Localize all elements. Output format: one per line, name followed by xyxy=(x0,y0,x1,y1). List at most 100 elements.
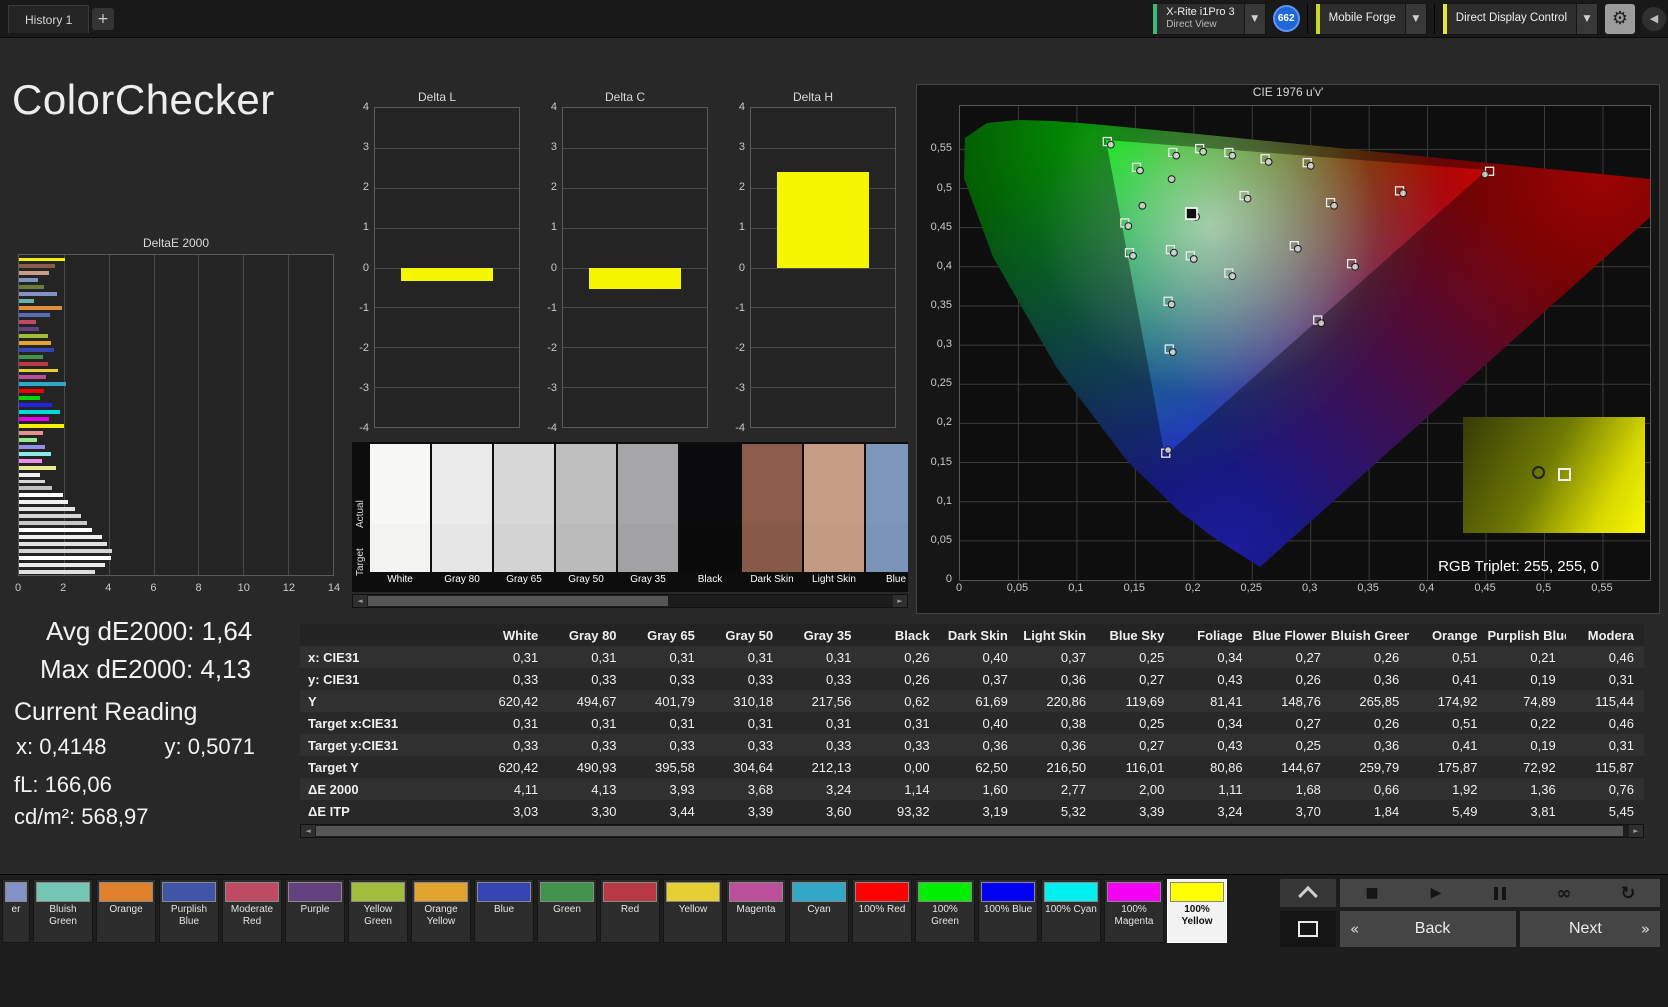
color-button-orange-yellow[interactable]: Orange Yellow xyxy=(411,879,471,943)
color-button-orange[interactable]: Orange xyxy=(96,879,156,943)
color-button-purple[interactable]: Purple xyxy=(285,879,345,943)
add-tab-button[interactable]: + xyxy=(92,8,114,30)
color-button-moderate-red[interactable]: Moderate Red xyxy=(222,879,282,943)
inset-measured-point xyxy=(1532,466,1545,479)
swatch-dark-skin: Dark Skin xyxy=(742,444,802,592)
de2000-bars xyxy=(19,255,333,575)
color-button-purplish-blue[interactable]: Purplish Blue xyxy=(159,879,219,943)
color-button-yellow-green[interactable]: Yellow Green xyxy=(348,879,408,943)
color-button-er[interactable]: er xyxy=(2,879,30,943)
table-cell: 0,25 xyxy=(1096,650,1174,665)
table-cell: 1,68 xyxy=(1253,782,1331,797)
table-cell: 0,43 xyxy=(1174,738,1252,753)
patch-color xyxy=(918,882,972,902)
table-cell: 1,36 xyxy=(1487,782,1565,797)
color-button-red[interactable]: Red xyxy=(600,879,660,943)
chevron-down-icon[interactable]: ▼ xyxy=(1244,4,1265,34)
cie-x-axis: 00,050,10,150,20,250,30,350,40,450,50,55 xyxy=(959,582,1649,598)
scroll-left-icon[interactable]: ◄ xyxy=(301,825,315,837)
de-bar xyxy=(19,473,40,477)
patch-label: Cyan xyxy=(790,903,848,917)
table-cell: 0,31 xyxy=(627,650,705,665)
pattern-window-button[interactable] xyxy=(1280,911,1336,947)
column-header: Modera xyxy=(1566,628,1644,643)
table-cell: 0,33 xyxy=(861,738,939,753)
table-cell: 3,60 xyxy=(783,804,861,819)
play-icon[interactable]: ▶ xyxy=(1404,879,1468,907)
meter-dropdown[interactable]: X-Rite i1Pro 3 Direct View ▼ xyxy=(1152,3,1265,35)
source-dropdown[interactable]: Mobile Forge ▼ xyxy=(1315,3,1427,35)
scrollbar-track[interactable] xyxy=(367,595,893,607)
tab-history-1[interactable]: History 1 xyxy=(8,5,89,33)
table-cell: 0,26 xyxy=(861,672,939,687)
table-row: Target x:CIE310,310,310,310,310,310,310,… xyxy=(300,712,1644,734)
meter-line1: X-Rite i1Pro 3 xyxy=(1166,6,1234,19)
color-button-100-blue[interactable]: 100% Blue xyxy=(978,879,1038,943)
patch-label: Magenta xyxy=(727,903,785,917)
table-scrollbar[interactable]: ◄ ► xyxy=(300,824,1644,838)
swatch-target-color xyxy=(432,524,492,572)
y-axis-labels: 43210-1-2-3-4 xyxy=(352,107,371,428)
patch-zoom-inset xyxy=(1463,417,1645,533)
table-cell: 0,46 xyxy=(1566,650,1644,665)
color-button-100-yellow[interactable]: 100% Yellow xyxy=(1167,879,1227,943)
scrollbar-thumb[interactable] xyxy=(368,596,668,606)
axis-tick-label: 0,05 xyxy=(931,534,952,546)
table-cell: 3,93 xyxy=(627,782,705,797)
patch-label: Green xyxy=(538,903,596,917)
workflow-dropdown[interactable]: Direct Display Control ▼ xyxy=(1442,3,1598,35)
table-cell: 0,26 xyxy=(1331,650,1409,665)
table-cell: 0,51 xyxy=(1409,716,1487,731)
de-bar xyxy=(19,549,112,553)
row-label: ΔE 2000 xyxy=(300,782,470,797)
scrollbar-track[interactable] xyxy=(315,825,1629,837)
swatch-target-color xyxy=(680,524,740,572)
color-button-100-red[interactable]: 100% Red xyxy=(852,879,912,943)
column-header: Blue Flower xyxy=(1253,628,1331,643)
stop-icon[interactable]: ■ xyxy=(1340,879,1404,907)
collapse-arrow-icon[interactable]: ◀ xyxy=(1642,7,1666,31)
refresh-icon[interactable]: ↻ xyxy=(1596,879,1660,907)
color-button-100-magenta[interactable]: 100% Magenta xyxy=(1104,879,1164,943)
loop-icon[interactable]: ∞ xyxy=(1532,879,1596,907)
color-button-green[interactable]: Green xyxy=(537,879,597,943)
back-button[interactable]: « Back xyxy=(1340,911,1516,947)
source-label: Mobile Forge xyxy=(1320,4,1405,34)
next-button[interactable]: Next » xyxy=(1520,911,1660,947)
axis-tick-label: 0,4 xyxy=(1419,582,1434,594)
table-cell: 0,31 xyxy=(470,716,548,731)
scroll-right-icon[interactable]: ► xyxy=(893,595,907,607)
axis-tick-label: 2 xyxy=(60,582,66,594)
cie-measured-point xyxy=(1190,256,1197,263)
axis-tick-label: 0,2 xyxy=(1185,582,1200,594)
row-label: Target x:CIE31 xyxy=(300,716,470,731)
swatch-scrollbar[interactable]: ◄ ► xyxy=(352,594,908,608)
gear-icon[interactable]: ⚙ xyxy=(1605,4,1635,34)
color-button-blue[interactable]: Blue xyxy=(474,879,534,943)
de-bar xyxy=(19,285,44,289)
table-cell: 0,36 xyxy=(1018,738,1096,753)
pause-icon[interactable] xyxy=(1468,879,1532,907)
table-cell: 0,31 xyxy=(705,716,783,731)
chevron-down-icon[interactable]: ▼ xyxy=(1405,4,1426,34)
scroll-right-icon[interactable]: ► xyxy=(1629,825,1643,837)
color-button-100-green[interactable]: 100% Green xyxy=(915,879,975,943)
column-header: Gray 80 xyxy=(548,628,626,643)
chevron-up-button[interactable] xyxy=(1280,879,1336,907)
scroll-left-icon[interactable]: ◄ xyxy=(353,595,367,607)
color-button-bluish-green[interactable]: Bluish Green xyxy=(33,879,93,943)
color-button-cyan[interactable]: Cyan xyxy=(789,879,849,943)
table-row: x: CIE310,310,310,310,310,310,260,400,37… xyxy=(300,646,1644,668)
color-button-yellow[interactable]: Yellow xyxy=(663,879,723,943)
de-bar xyxy=(19,431,43,435)
color-button-magenta[interactable]: Magenta xyxy=(726,879,786,943)
scrollbar-thumb[interactable] xyxy=(316,826,1623,836)
color-button-100-cyan[interactable]: 100% Cyan xyxy=(1041,879,1101,943)
transport-strip: ■ ▶ ∞ ↻ xyxy=(1340,879,1660,907)
chevron-down-icon[interactable]: ▼ xyxy=(1576,4,1597,34)
de-bar xyxy=(19,445,45,449)
patch-color xyxy=(792,882,846,902)
table-cell: 115,44 xyxy=(1566,694,1644,709)
table-cell: 401,79 xyxy=(627,694,705,709)
table-row: Y620,42494,67401,79310,18217,560,6261,69… xyxy=(300,690,1644,712)
